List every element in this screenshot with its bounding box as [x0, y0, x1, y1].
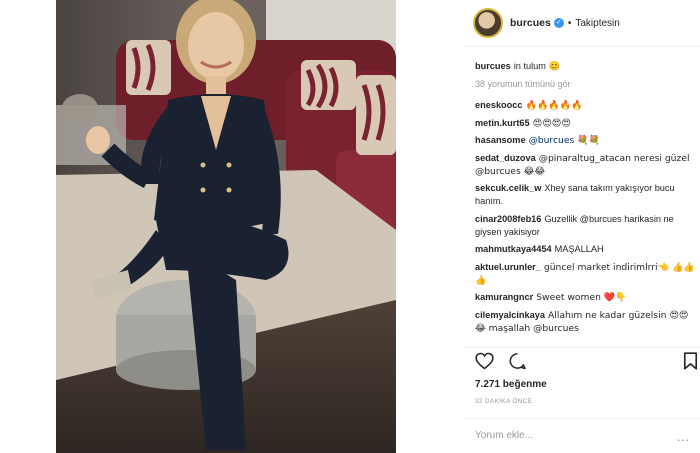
comment-item: kamurangncr Sweet women ❤️👇 [475, 291, 697, 304]
comment-username[interactable]: kamurangncr [475, 292, 533, 302]
comment-item: cilemyalcinkaya Allahım ne kadar güzelsin… [475, 309, 697, 335]
add-comment-input[interactable]: Yorum ekle... [475, 430, 533, 441]
comment-item: sekcuk.celik_w Xhey sana takım yakışıyor … [475, 182, 697, 208]
comment-item: sedat_duzova @pinaraltug_atacan neresi gü… [475, 152, 697, 178]
comment-item: aktuel.urunler_ güncel market indirimlrri… [475, 261, 697, 287]
comment-box-divider [463, 418, 700, 419]
post-photo[interactable] [56, 0, 396, 453]
comment-text: Sweet women ❤️👇 [536, 292, 627, 303]
comments-list: burcues in tulum 😊 38 yorumun tümünü gör … [475, 60, 697, 347]
post-header: burcues ✓ • Takiptesin [463, 0, 700, 46]
comment-item: cinar2008feb16 Guzellik @burcues harikasi… [475, 213, 697, 239]
comment-item: hasansome @burcues 💐💐 [475, 134, 697, 147]
post-actions [475, 350, 700, 372]
comment-username[interactable]: sekcuk.celik_w [475, 183, 541, 193]
comment-text: MAŞALLAH [554, 244, 604, 254]
comment-item: mahmutkaya4454 MAŞALLAH [475, 243, 697, 256]
caption-username[interactable]: burcues [475, 61, 511, 71]
comment-item: metin.kurt65 😍😍😍😍 [475, 117, 697, 130]
bookmark-icon[interactable] [683, 352, 698, 370]
likes-count[interactable]: 7.271 beğenme [475, 379, 547, 390]
comment-username[interactable]: eneskoocc [475, 100, 523, 110]
view-all-comments-link[interactable]: 38 yorumun tümünü gör [475, 78, 697, 91]
comment-username[interactable]: hasansome [475, 135, 526, 145]
follow-status-button[interactable]: Takiptesin [575, 18, 619, 29]
post-timestamp: 32 DAKİKA ÖNCE [475, 398, 533, 405]
avatar[interactable] [473, 8, 503, 38]
header-username[interactable]: burcues [510, 17, 551, 29]
instagram-post: burcues ✓ • Takiptesin burcues in tulum 😊… [0, 0, 700, 453]
comment-username[interactable]: aktuel.urunler_ [475, 262, 541, 272]
more-options-icon[interactable]: … [676, 428, 690, 444]
comment-username[interactable]: cilemyalcinkaya [475, 310, 545, 320]
comment-username[interactable]: metin.kurt65 [475, 118, 530, 128]
comment-text: @burcues 💐💐 [528, 135, 601, 146]
comment-username[interactable]: sedat_duzova [475, 153, 536, 163]
header-divider [463, 46, 700, 47]
comment-item: eneskoocc 🔥🔥🔥🔥🔥 [475, 99, 697, 112]
comment-text: 😍😍😍😍 [532, 117, 571, 129]
heart-icon[interactable] [475, 352, 494, 370]
caption: burcues in tulum 😊 [475, 60, 697, 73]
comment-username[interactable]: cinar2008feb16 [475, 214, 541, 224]
actions-divider [463, 347, 700, 348]
photo-illustration [56, 0, 396, 453]
comment-text: 🔥🔥🔥🔥🔥 [525, 100, 583, 111]
verified-badge-icon: ✓ [553, 18, 564, 28]
caption-text: in tulum 😊 [513, 61, 560, 71]
comment-icon[interactable] [508, 352, 527, 370]
post-side-panel: burcues ✓ • Takiptesin burcues in tulum 😊… [463, 0, 700, 453]
comment-username[interactable]: mahmutkaya4454 [475, 244, 552, 254]
separator-dot: • [567, 17, 572, 29]
